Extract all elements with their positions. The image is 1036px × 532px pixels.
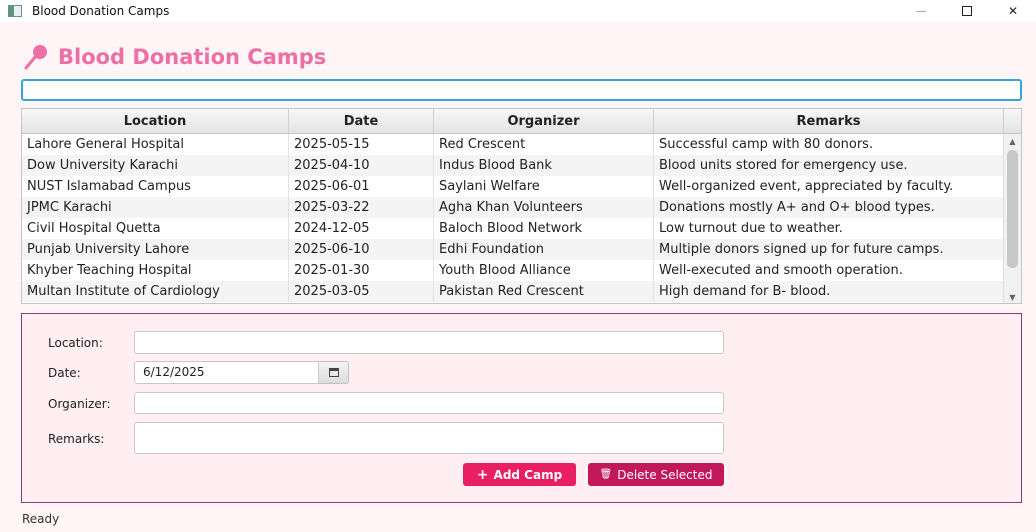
window-controls: ✕ [898, 0, 1036, 22]
cell-remarks: Donations mostly A+ and O+ blood types. [654, 197, 1004, 218]
column-header-filler [1004, 109, 1021, 134]
scroll-up-icon[interactable]: ▲ [1004, 134, 1021, 148]
close-button[interactable]: ✕ [990, 0, 1036, 22]
cell-location: Lahore General Hospital [22, 134, 289, 155]
cell-location: Dow University Karachi [22, 155, 289, 176]
maximize-button[interactable] [944, 0, 990, 22]
close-icon: ✕ [1007, 4, 1019, 18]
app-icon [8, 5, 22, 17]
table-row[interactable]: Multan Institute of Cardiology 2025-03-0… [22, 281, 1004, 302]
add-camp-label: Add Camp [493, 467, 563, 482]
column-header-organizer[interactable]: Organizer [434, 109, 654, 134]
cell-date: 2025-03-22 [289, 197, 434, 218]
cell-organizer: Red Crescent [434, 134, 654, 155]
cell-organizer: Youth Blood Alliance [434, 260, 654, 281]
cell-remarks: High demand for B- blood. [654, 281, 1004, 302]
trash-icon: 🗑 [599, 469, 613, 480]
organizer-label: Organizer: [48, 397, 111, 411]
cell-location: Khyber Teaching Hospital [22, 260, 289, 281]
camps-table: Location Date Organizer Remarks Lahore G… [21, 108, 1022, 304]
table-scrollbar[interactable]: ▲ ▼ [1003, 134, 1021, 303]
cell-organizer: Indus Blood Bank [434, 155, 654, 176]
date-picker: 6/12/2025 [134, 361, 349, 384]
scroll-down-icon[interactable]: ▼ [1004, 290, 1021, 303]
remarks-label: Remarks: [48, 432, 105, 446]
cell-organizer: Edhi Foundation [434, 239, 654, 260]
table-row[interactable]: Lahore General Hospital 2025-05-15 Red C… [22, 134, 1004, 155]
cell-organizer: Baloch Blood Network [434, 218, 654, 239]
delete-selected-label: Delete Selected [617, 467, 713, 482]
table-row[interactable]: NUST Islamabad Campus 2025-06-01 Saylani… [22, 176, 1004, 197]
cell-date: 2025-01-30 [289, 260, 434, 281]
table-row[interactable]: JPMC Karachi 2025-03-22 Agha Khan Volunt… [22, 197, 1004, 218]
column-header-date[interactable]: Date [289, 109, 434, 134]
cell-location: Civil Hospital Quetta [22, 218, 289, 239]
location-field[interactable] [134, 331, 724, 354]
cell-organizer: Agha Khan Volunteers [434, 197, 654, 218]
remarks-field[interactable] [134, 422, 724, 454]
column-header-remarks[interactable]: Remarks [654, 109, 1004, 134]
add-camp-button[interactable]: + Add Camp [463, 463, 576, 486]
cell-remarks: Successful camp with 80 donors. [654, 134, 1004, 155]
window-titlebar: Blood Donation Camps ✕ [0, 0, 1036, 22]
cell-date: 2025-04-10 [289, 155, 434, 176]
cell-remarks: Well-organized event, appreciated by fac… [654, 176, 1004, 197]
plus-icon: + [476, 466, 489, 483]
calendar-button[interactable] [319, 361, 349, 384]
delete-selected-button[interactable]: 🗑 Delete Selected [588, 463, 724, 486]
table-row[interactable]: Khyber Teaching Hospital 2025-01-30 Yout… [22, 260, 1004, 281]
camp-form: Location: Date: 6/12/2025 Organizer: Rem… [21, 313, 1022, 503]
cell-remarks: Low turnout due to weather. [654, 218, 1004, 239]
table-row[interactable]: Civil Hospital Quetta 2024-12-05 Baloch … [22, 218, 1004, 239]
date-label: Date: [48, 366, 81, 380]
cell-date: 2025-06-10 [289, 239, 434, 260]
cell-location: JPMC Karachi [22, 197, 289, 218]
cell-date: 2024-12-05 [289, 218, 434, 239]
cell-remarks: Blood units stored for emergency use. [654, 155, 1004, 176]
organizer-field[interactable] [134, 392, 724, 414]
maximize-icon [962, 6, 972, 16]
table-header: Location Date Organizer Remarks [22, 109, 1021, 134]
column-header-location[interactable]: Location [22, 109, 289, 134]
status-text: Ready [22, 512, 60, 526]
location-label: Location: [48, 336, 103, 350]
minimize-button[interactable] [898, 0, 944, 22]
cell-date: 2025-05-15 [289, 134, 434, 155]
table-row[interactable]: Punjab University Lahore 2025-06-10 Edhi… [22, 239, 1004, 260]
calendar-icon [328, 368, 339, 377]
cell-organizer: Saylani Welfare [434, 176, 654, 197]
page-title: Blood Donation Camps [58, 45, 327, 69]
cell-location: NUST Islamabad Campus [22, 176, 289, 197]
minimize-icon [916, 10, 926, 12]
scrollbar-thumb[interactable] [1007, 150, 1018, 268]
cell-location: Multan Institute of Cardiology [22, 281, 289, 302]
table-row[interactable]: Dow University Karachi 2025-04-10 Indus … [22, 155, 1004, 176]
date-field[interactable]: 6/12/2025 [134, 361, 319, 384]
page-header: Blood Donation Camps [22, 42, 326, 72]
cell-location: Punjab University Lahore [22, 239, 289, 260]
cell-remarks: Multiple donors signed up for future cam… [654, 239, 1004, 260]
blood-drop-pin-icon [24, 45, 47, 70]
cell-remarks: Well-executed and smooth operation. [654, 260, 1004, 281]
cell-date: 2025-06-01 [289, 176, 434, 197]
cell-date: 2025-03-05 [289, 281, 434, 302]
cell-organizer: Pakistan Red Crescent [434, 281, 654, 302]
table-body: Lahore General Hospital 2025-05-15 Red C… [22, 134, 1004, 302]
window-title: Blood Donation Camps [32, 4, 170, 18]
search-input[interactable] [21, 79, 1022, 101]
